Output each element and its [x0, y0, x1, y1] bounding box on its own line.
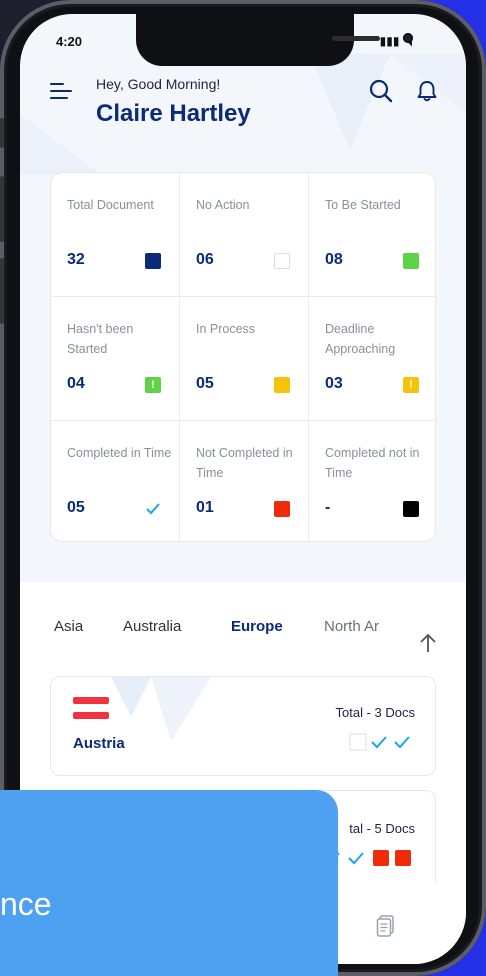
stat-deadline-approaching[interactable]: Deadline Approaching 03 ! — [309, 297, 437, 421]
stat-label: Completed in Time — [67, 446, 172, 460]
tab-north-america[interactable]: North Ar — [324, 618, 379, 635]
navy-square-icon — [145, 253, 161, 269]
stat-value: 01 — [196, 499, 214, 516]
stat-value: 32 — [67, 251, 85, 268]
country-card-austria[interactable]: Austria Total - 3 Docs — [50, 676, 436, 776]
stat-value: 05 — [196, 375, 214, 392]
stat-label: Not Completed in Time — [196, 446, 293, 480]
menu-icon[interactable] — [50, 82, 72, 100]
empty-square-icon — [274, 253, 290, 269]
volume-up-button — [0, 176, 4, 242]
app-header: Hey, Good Morning! Claire Hartley — [20, 14, 466, 174]
yellow-alert-icon: ! — [403, 377, 419, 393]
stat-value: - — [325, 499, 331, 516]
doc-total: tal - 5 Docs — [349, 821, 415, 836]
stat-label: Hasn't been Started — [67, 322, 134, 356]
overlay-banner — [0, 790, 338, 976]
stat-value: 04 — [67, 375, 85, 392]
stat-label: No Action — [196, 198, 250, 212]
stat-value: 06 — [196, 251, 214, 268]
stat-label: Total Document — [67, 198, 154, 212]
overlay-text: nce — [0, 886, 52, 922]
tab-asia[interactable]: Asia — [54, 618, 83, 635]
tab-australia[interactable]: Australia — [123, 618, 181, 635]
search-icon[interactable] — [368, 78, 394, 104]
green-square-icon — [403, 253, 419, 269]
region-tabs: Asia Australia Europe North Ar — [20, 618, 466, 648]
stat-label: To Be Started — [325, 198, 401, 212]
green-alert-icon: ! — [145, 377, 161, 393]
stat-completed-not-in-time[interactable]: Completed not in Time - — [309, 421, 437, 545]
greeting-text: Hey, Good Morning! — [96, 76, 221, 92]
stat-completed-in-time[interactable]: Completed in Time 05 — [51, 421, 179, 545]
document-stats-grid: Total Document 32 No Action 06 To Be Sta… — [50, 172, 436, 542]
red-square-icon — [274, 501, 290, 517]
stat-no-action[interactable]: No Action 06 — [180, 173, 308, 297]
stat-total-document[interactable]: Total Document 32 — [51, 173, 179, 297]
stat-label: In Process — [196, 322, 256, 336]
austria-flag-icon — [73, 697, 109, 719]
stat-in-process[interactable]: In Process 05 — [180, 297, 308, 421]
stat-hasnt-been-started[interactable]: Hasn't been Started 04 ! — [51, 297, 179, 421]
doc-total: Total - 3 Docs — [335, 705, 415, 720]
tab-europe[interactable]: Europe — [231, 618, 283, 635]
arrow-up-icon[interactable] — [418, 632, 438, 654]
stat-not-completed-in-time[interactable]: Not Completed in Time 01 — [180, 421, 308, 545]
stat-value: 05 — [67, 499, 85, 516]
stat-label: Deadline Approaching — [325, 322, 396, 356]
documents-icon[interactable] — [376, 914, 396, 938]
card-decoration — [111, 677, 211, 741]
doc-status-icons — [349, 733, 410, 751]
tabs-fade — [392, 618, 408, 644]
volume-down-button — [0, 258, 4, 324]
stat-label: Completed not in Time — [325, 446, 420, 480]
mute-switch — [0, 118, 4, 148]
country-name: Austria — [73, 735, 125, 752]
user-name: Claire Hartley — [96, 100, 251, 127]
stat-value: 03 — [325, 375, 343, 392]
stat-to-be-started[interactable]: To Be Started 08 — [309, 173, 437, 297]
bell-icon[interactable] — [414, 78, 440, 104]
stat-value: 08 — [325, 251, 343, 268]
check-mark-icon — [146, 503, 160, 515]
black-square-icon — [403, 501, 419, 517]
yellow-square-icon — [274, 377, 290, 393]
